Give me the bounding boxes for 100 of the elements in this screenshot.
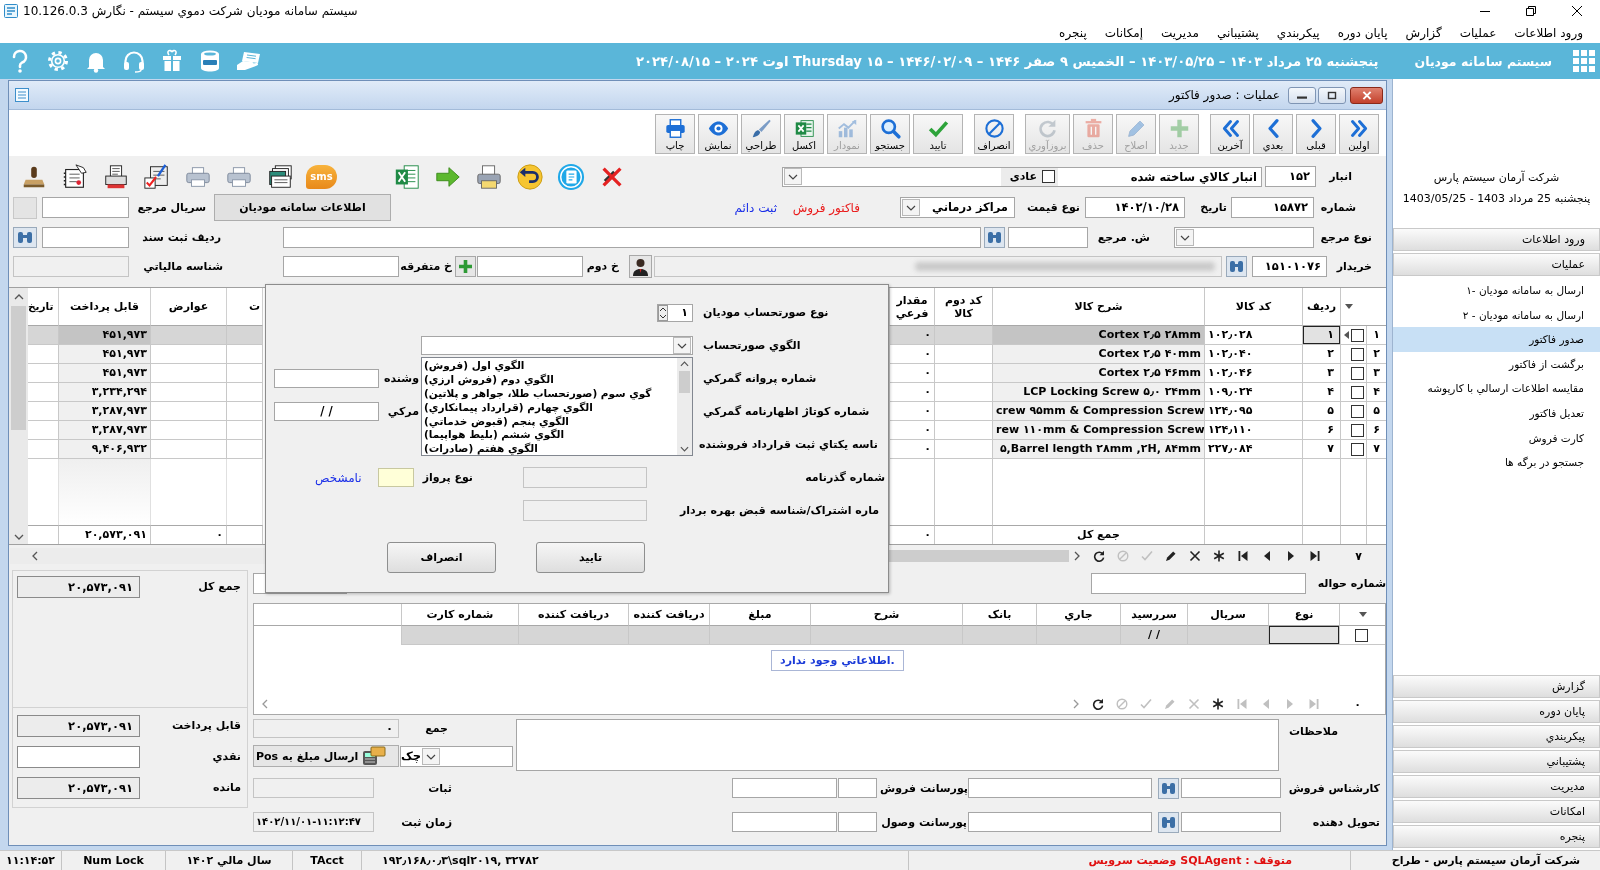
skip-back-icon[interactable] xyxy=(1237,550,1250,562)
apps-grid-icon[interactable] xyxy=(1572,49,1596,73)
send-to-pos-button[interactable]: ارسال مبلغ به Pos xyxy=(253,745,399,767)
table-cell[interactable]: rew ۱۱۰mm & Compression Screw xyxy=(992,421,1204,440)
moadian-info-button[interactable]: اطلاعات سامانه مودیان xyxy=(214,194,391,221)
checkbox[interactable] xyxy=(1351,385,1364,399)
input-field[interactable] xyxy=(1181,812,1281,832)
table-cell[interactable] xyxy=(227,364,263,383)
refresh-icon[interactable] xyxy=(1093,550,1106,562)
checkbox[interactable] xyxy=(1351,404,1364,418)
table-cell[interactable] xyxy=(934,345,992,364)
horizontal-scrollbar[interactable] xyxy=(10,548,266,564)
sidebar-section-button[interactable]: پشتیباني xyxy=(1393,750,1600,773)
sidebar-item[interactable]: ارسال به سامانه مودیان -۱ xyxy=(1393,278,1600,303)
input-field[interactable] xyxy=(42,226,129,248)
table-cell[interactable] xyxy=(934,364,992,383)
input-field[interactable] xyxy=(283,256,399,277)
table-cell[interactable]: ۱ xyxy=(1302,326,1340,345)
binoculars-icon[interactable] xyxy=(13,226,37,248)
menu-item[interactable]: مدیریت xyxy=(1152,25,1208,40)
chevron-left-icon[interactable] xyxy=(262,699,268,709)
sidebar-section-button[interactable]: عملیات xyxy=(1393,253,1600,276)
chevron-left-icon[interactable] xyxy=(32,551,38,561)
table-cell[interactable] xyxy=(151,421,227,440)
toolbar-button[interactable]: طراحي xyxy=(741,114,781,154)
input-field[interactable] xyxy=(968,812,1152,832)
input-field[interactable] xyxy=(732,812,837,832)
table-cell[interactable]: ۵,Barrel length ۲۸mm ,۲H, ۸۴mm xyxy=(992,440,1204,459)
payment-method-dropdown[interactable]: چک xyxy=(400,745,513,767)
input-field[interactable] xyxy=(838,812,877,832)
column-header[interactable]: ردیف xyxy=(1302,288,1340,326)
list-option[interactable]: الگوي چهارم (قرارداد پیمانکاري) xyxy=(422,400,677,415)
column-header[interactable]: کد کالا xyxy=(1204,288,1302,326)
list-option[interactable]: الگوي ششم (بلیط هواپیما) xyxy=(422,428,677,443)
column-header[interactable]: دریافت کننده xyxy=(628,604,709,626)
headset-icon[interactable] xyxy=(122,49,146,73)
pencil-icon[interactable] xyxy=(1165,550,1178,562)
table-cell[interactable] xyxy=(151,345,227,364)
input-field[interactable] xyxy=(477,256,583,277)
list-option[interactable]: الگوي اول (فروش) xyxy=(422,359,677,373)
printer-icon[interactable] xyxy=(474,162,504,191)
chevron-right-icon[interactable] xyxy=(1073,699,1080,709)
toolbar-button[interactable]: قبلی xyxy=(1296,114,1336,154)
input-field[interactable] xyxy=(523,467,647,488)
table-cell[interactable] xyxy=(934,383,992,402)
settings-icon[interactable] xyxy=(46,49,70,73)
table-cell[interactable]: ۲ xyxy=(1302,345,1340,364)
column-header[interactable]: عوارض xyxy=(151,288,227,326)
table-cell[interactable] xyxy=(934,326,992,345)
scrollbar-thumb[interactable] xyxy=(679,371,690,393)
table-cell[interactable]: ۵ xyxy=(1302,402,1340,421)
input-field[interactable] xyxy=(732,778,837,798)
table-cell[interactable]: Cortex ۲٫۵ ۲۸mm xyxy=(992,326,1204,345)
sidebar-item[interactable]: ارسال به سامانه مودیان - ۲ xyxy=(1393,302,1600,328)
column-header[interactable]: سررسید xyxy=(1120,604,1187,626)
table-cell[interactable] xyxy=(934,421,992,440)
sidebar-item[interactable]: کارت فروش xyxy=(1393,425,1600,451)
table-cell[interactable] xyxy=(151,326,227,345)
table-cell[interactable] xyxy=(401,626,518,645)
column-header[interactable]: ت xyxy=(227,288,263,326)
skip-forward-icon[interactable] xyxy=(1309,550,1322,562)
binoculars-icon[interactable] xyxy=(1158,811,1179,833)
sidebar-section-button[interactable]: پنجره xyxy=(1393,825,1600,848)
list-option[interactable]: الگوي هفتم (صادرات) xyxy=(422,442,677,455)
table-cell[interactable] xyxy=(1187,626,1268,645)
plus-icon[interactable] xyxy=(455,256,476,277)
input-field[interactable] xyxy=(1008,226,1088,248)
table-cell[interactable] xyxy=(962,626,1036,645)
toolbar-button[interactable]: اکسل xyxy=(784,114,824,154)
pattern-dropdown[interactable] xyxy=(421,336,693,355)
table-cell[interactable]: ۳ xyxy=(1302,364,1340,383)
input-field[interactable] xyxy=(283,226,981,248)
asterisk-icon[interactable] xyxy=(1213,550,1226,562)
toolbar-button[interactable]: چاپ xyxy=(655,114,695,154)
toolbar-button[interactable]: آخرین xyxy=(1210,114,1250,154)
table-cell[interactable] xyxy=(227,402,263,421)
table-cell[interactable] xyxy=(151,364,227,383)
column-header[interactable]: بانک xyxy=(962,604,1036,626)
document-icon[interactable] xyxy=(556,162,586,191)
table-cell[interactable] xyxy=(227,440,263,459)
input-field[interactable] xyxy=(1181,778,1281,798)
toolbar-button[interactable]: نمایش xyxy=(698,114,738,154)
number-spinner[interactable]: ۱ xyxy=(657,303,693,322)
table-cell[interactable]: ۰ xyxy=(889,326,934,345)
table-cell[interactable]: crew ۹۵mm & Compression Screw xyxy=(992,402,1204,421)
input-field[interactable] xyxy=(1091,572,1306,594)
table-cell[interactable] xyxy=(1036,626,1120,645)
table-cell[interactable]: LCP Locking Screw ۵٫۰ ۲۴mm xyxy=(992,383,1204,402)
sidebar-item[interactable]: مقایسه اطلاعات ارسالي با کارپوشه xyxy=(1393,376,1600,401)
database-icon[interactable] xyxy=(198,49,222,73)
table-cell[interactable] xyxy=(28,326,59,345)
column-header[interactable]: جاري xyxy=(1036,604,1120,626)
dropdown[interactable]: مراکز درماني xyxy=(900,197,1015,218)
date-field[interactable]: / / xyxy=(274,402,379,421)
checkbox[interactable] xyxy=(1351,442,1364,456)
column-header[interactable]: مبلغ xyxy=(709,604,810,626)
checkbox[interactable] xyxy=(1351,366,1364,380)
table-cell[interactable] xyxy=(227,345,263,364)
column-header[interactable]: دریافت کننده xyxy=(518,604,628,626)
table-cell[interactable] xyxy=(810,626,962,645)
